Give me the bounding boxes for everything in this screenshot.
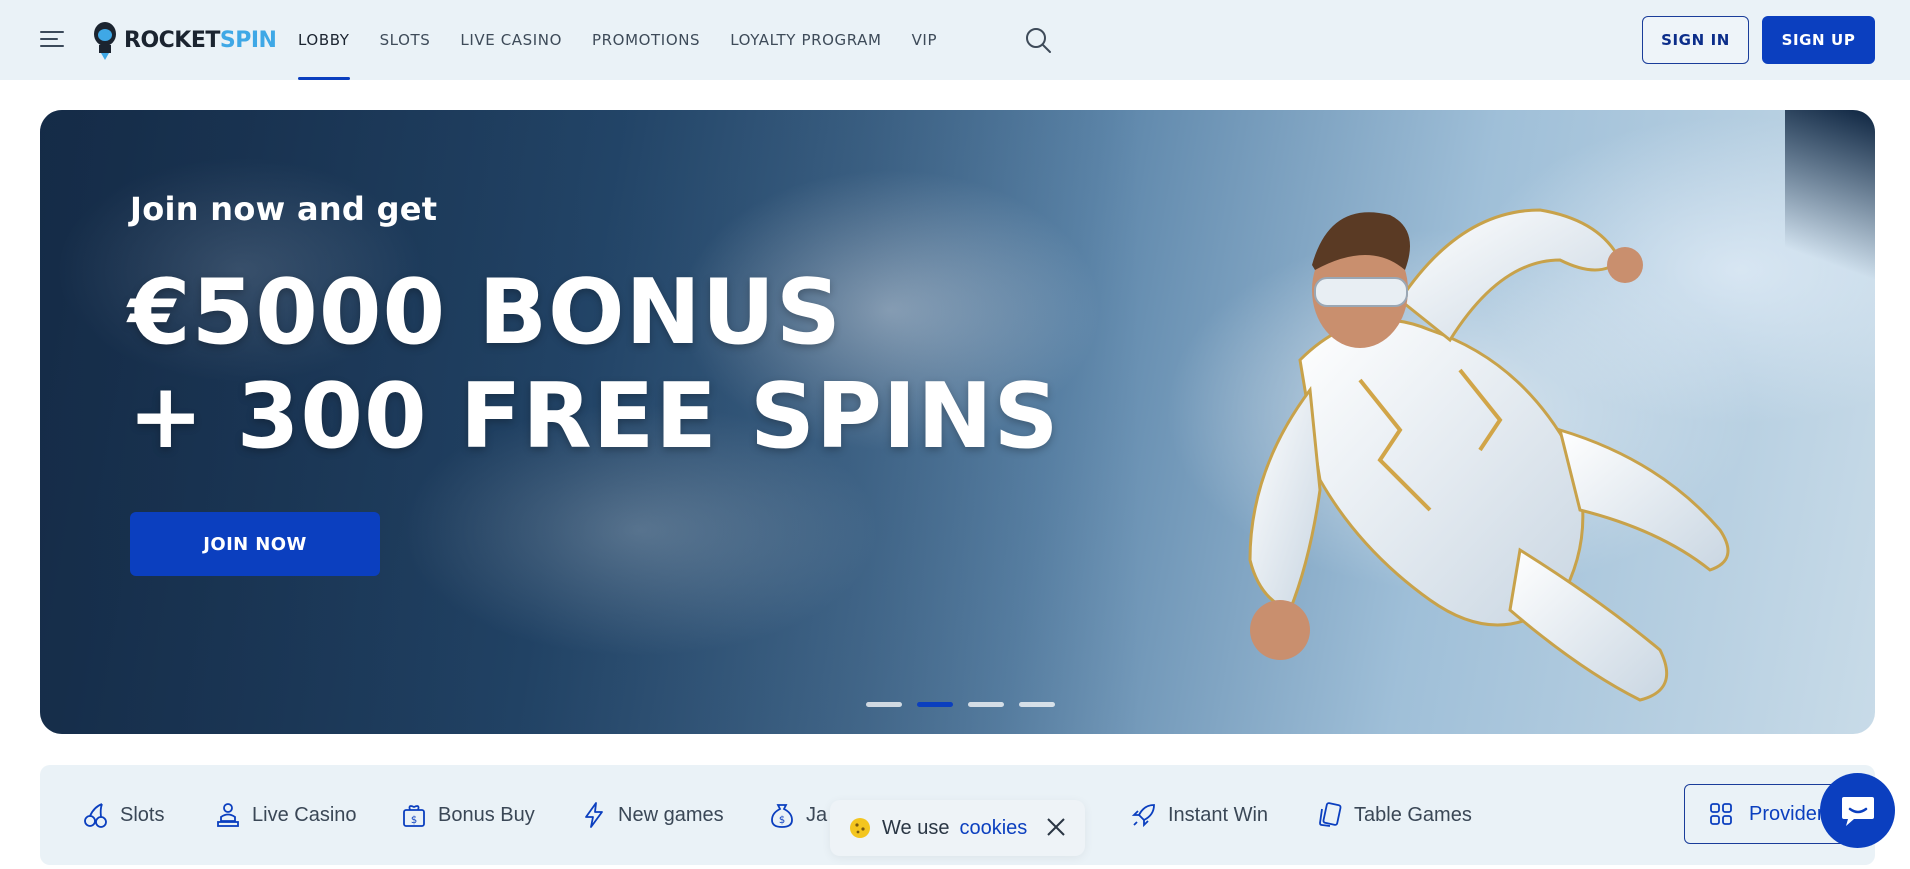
- logo-text-rocket: ROCKET: [124, 27, 220, 53]
- cherries-icon: [84, 803, 107, 828]
- dealer-icon: [217, 803, 239, 827]
- hero-banner[interactable]: Join now and get €5000 BONUS + 300 FREE …: [40, 110, 1875, 734]
- hero-subtitle: Join now and get: [130, 190, 438, 228]
- category-jackpots[interactable]: $ Ja: [768, 795, 827, 835]
- site-logo[interactable]: ROCKETSPIN: [90, 18, 277, 62]
- carousel-indicators: [866, 702, 1055, 707]
- category-bonus-buy[interactable]: $ Bonus Buy: [400, 795, 535, 835]
- close-icon[interactable]: [1045, 816, 1067, 838]
- category-label: Instant Win: [1168, 803, 1269, 826]
- category-label: Slots: [120, 803, 165, 826]
- svg-text:$: $: [411, 815, 417, 826]
- nav-lobby[interactable]: LOBBY: [298, 0, 350, 80]
- category-label: Ja: [806, 803, 828, 826]
- category-instant-win[interactable]: Instant Win: [1130, 795, 1268, 835]
- money-bag-icon: $: [771, 804, 793, 828]
- lightning-icon: [585, 802, 603, 828]
- carousel-dot-3[interactable]: [968, 702, 1004, 707]
- grid-icon: [1710, 803, 1732, 825]
- top-header: ROCKETSPIN LOBBY SLOTS LIVE CASINO PROMO…: [0, 0, 1910, 80]
- providers-label: Provider: [1749, 802, 1824, 825]
- category-live-casino[interactable]: Live Casino: [214, 795, 357, 835]
- category-slots[interactable]: Slots: [82, 795, 164, 835]
- category-table-games[interactable]: Table Games: [1316, 795, 1472, 835]
- chat-bubble-icon: [1841, 796, 1874, 826]
- nav-loyalty-program[interactable]: LOYALTY PROGRAM: [730, 0, 881, 80]
- gift-dollar-icon: $: [403, 805, 425, 827]
- sign-up-button[interactable]: SIGN UP: [1762, 16, 1875, 64]
- hero-character-image: [1248, 208, 1730, 702]
- carousel-dot-1[interactable]: [866, 702, 902, 707]
- nav-live-casino[interactable]: LIVE CASINO: [460, 0, 562, 80]
- search-icon[interactable]: [1024, 26, 1052, 54]
- cards-icon: [1319, 802, 1342, 827]
- rocket-icon: [1131, 804, 1155, 828]
- main-nav: LOBBY SLOTS LIVE CASINO PROMOTIONS LOYAL…: [298, 0, 967, 80]
- live-chat-button[interactable]: [1820, 773, 1895, 848]
- category-label: Table Games: [1354, 803, 1472, 826]
- cookie-icon: [850, 818, 870, 838]
- rocket-helmet-icon: [94, 22, 116, 60]
- hero-title-line-1: €5000 BONUS: [128, 260, 842, 365]
- category-label: Live Casino: [252, 803, 357, 826]
- cookie-notice: We use cookies: [830, 800, 1085, 856]
- hero-title-line-2: + 300 FREE SPINS: [128, 364, 1060, 469]
- category-label: Bonus Buy: [438, 803, 535, 826]
- category-label: New games: [618, 803, 724, 826]
- svg-text:$: $: [779, 815, 785, 826]
- category-new-games[interactable]: New games: [580, 795, 724, 835]
- carousel-dot-2[interactable]: [917, 702, 953, 707]
- cookie-policy-link[interactable]: cookies: [959, 817, 1027, 840]
- join-now-button[interactable]: JOIN NOW: [130, 512, 380, 576]
- cookie-text: We use: [882, 816, 950, 839]
- carousel-dot-4[interactable]: [1019, 702, 1055, 707]
- nav-promotions[interactable]: PROMOTIONS: [592, 0, 700, 80]
- nav-slots[interactable]: SLOTS: [380, 0, 431, 80]
- menu-icon[interactable]: [40, 28, 68, 50]
- nav-vip[interactable]: VIP: [912, 0, 938, 80]
- sign-in-button[interactable]: SIGN IN: [1642, 16, 1749, 64]
- logo-text-spin: SPIN: [219, 27, 277, 53]
